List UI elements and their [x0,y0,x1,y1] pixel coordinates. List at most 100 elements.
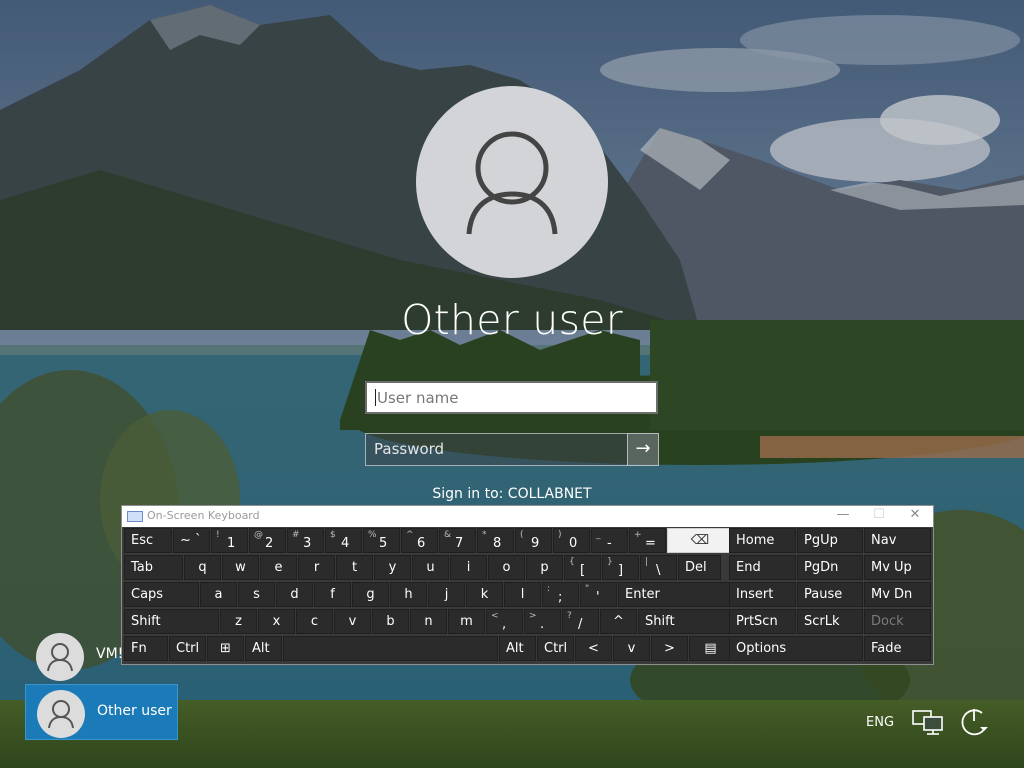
osk-key[interactable]: Del [678,555,721,580]
osk-key[interactable]: ⊞ [207,636,244,661]
osk-key[interactable]: x [258,609,295,634]
osk-key[interactable]: j [428,582,465,607]
osk-key[interactable]: r [298,555,335,580]
osk-key[interactable]: Alt [499,636,536,661]
osk-key[interactable]: ! 1 [211,528,248,553]
osk-key[interactable]: s [238,582,275,607]
osk-side-key[interactable]: Pause [797,582,863,607]
osk-key[interactable]: Esc [124,528,172,553]
username-placeholder: User name [377,389,459,407]
osk-key-label: Enter [625,587,660,602]
maximize-button[interactable]: ☐ [865,507,893,522]
osk-key-shift-label: : [547,584,551,594]
osk-key[interactable]: v [334,609,371,634]
osk-key[interactable]: ^ [600,609,637,634]
osk-side-key[interactable]: PgDn [797,555,863,580]
osk-key[interactable]: > [651,636,688,661]
osk-key[interactable]: $4 [325,528,362,553]
osk-key[interactable]: h [390,582,427,607]
osk-key[interactable]: Alt [245,636,282,661]
osk-key-shift-label: { [569,557,575,567]
osk-key[interactable]: e [260,555,297,580]
osk-key[interactable]: g [352,582,389,607]
osk-key[interactable]: o [488,555,525,580]
osk-title-bar[interactable]: On-Screen Keyboard — ☐ ✕ [122,506,933,527]
osk-key[interactable]: " ' [580,582,617,607]
osk-key-label: > [664,641,675,656]
osk-key[interactable]: Tab [124,555,183,580]
osk-key[interactable]: ^ 6 [401,528,438,553]
osk-key[interactable]: f [314,582,351,607]
osk-key-label: s [253,587,260,602]
osk-key[interactable]: l [504,582,541,607]
osk-side-key[interactable]: Mv Dn [864,582,931,607]
osk-key[interactable]: {[ [564,555,601,580]
osk-key[interactable]: k [466,582,503,607]
osk-key[interactable]: ⌫ [667,528,733,553]
osk-key[interactable]: m [448,609,485,634]
osk-key[interactable]: i [450,555,487,580]
osk-key[interactable] [283,636,498,661]
osk-side-key[interactable]: ScrLk [797,609,863,634]
osk-key[interactable]: w [222,555,259,580]
password-field[interactable]: Password [365,433,627,466]
osk-key[interactable]: <, [486,609,523,634]
ease-of-access-power-icon[interactable] [958,707,992,739]
osk-key[interactable]: n [410,609,447,634]
osk-key[interactable]: c [296,609,333,634]
osk-key[interactable]: }] [602,555,639,580]
osk-key[interactable]: q [184,555,221,580]
language-indicator[interactable]: ENG [866,715,894,730]
osk-side-key[interactable]: Nav [864,528,931,553]
osk-side-key[interactable]: Dock [864,609,931,634]
osk-key-shift-label: ) [558,530,562,540]
osk-key[interactable]: b [372,609,409,634]
osk-side-key[interactable]: PgUp [797,528,863,553]
osk-key[interactable]: d [276,582,313,607]
osk-key[interactable]: + = [629,528,666,553]
osk-key[interactable]: Ctrl [537,636,574,661]
osk-side-key[interactable]: Options [729,636,863,661]
osk-key-label: ⊞ [220,641,231,656]
osk-side-key[interactable]: Insert [729,582,796,607]
user-tile-other-user[interactable]: Other user [25,684,178,740]
osk-side-key[interactable]: Home [729,528,796,553]
submit-arrow-button[interactable]: → [627,433,659,466]
osk-key[interactable]: z [220,609,257,634]
osk-key[interactable]: < [575,636,612,661]
osk-key[interactable]: y [374,555,411,580]
osk-key[interactable]: | \ [640,555,677,580]
osk-key[interactable]: & 7 [439,528,476,553]
osk-key[interactable]: :; [542,582,579,607]
osk-key-label: 4 [341,536,350,551]
osk-key[interactable]: u [412,555,449,580]
osk-key[interactable]: _ - [591,528,628,553]
osk-key[interactable]: % 5 [363,528,400,553]
osk-key[interactable]: * 8 [477,528,514,553]
osk-key[interactable]: Caps [124,582,199,607]
osk-key[interactable]: v [613,636,650,661]
osk-key[interactable]: #3 [287,528,324,553]
osk-key[interactable]: ~ ` [173,528,210,553]
osk-side-key[interactable]: Mv Up [864,555,931,580]
osk-key[interactable]: ? / [562,609,599,634]
osk-key[interactable]: >. [524,609,561,634]
osk-side-key[interactable]: PrtScn [729,609,796,634]
osk-side-key[interactable]: Fade [864,636,931,661]
user-tile-vm[interactable]: VM! [25,628,178,684]
user-tile-label: Other user [97,703,172,719]
osk-key[interactable]: t [336,555,373,580]
osk-side-key[interactable]: End [729,555,796,580]
minimize-button[interactable]: — [829,507,857,522]
username-field[interactable]: User name [365,381,658,414]
network-icon[interactable] [912,710,944,736]
osk-key[interactable]: a [200,582,237,607]
osk-key[interactable]: @2 [249,528,286,553]
osk-key[interactable]: (9 [515,528,552,553]
on-screen-keyboard: On-Screen Keyboard — ☐ ✕ Esc ~ `! 1 @2 #3 $4%… [121,505,934,665]
osk-key[interactable]: p [526,555,563,580]
osk-key[interactable]: ) 0 [553,528,590,553]
close-button[interactable]: ✕ [901,507,929,522]
osk-key-label: u [426,560,435,575]
osk-key[interactable]: ▤ [689,636,732,661]
